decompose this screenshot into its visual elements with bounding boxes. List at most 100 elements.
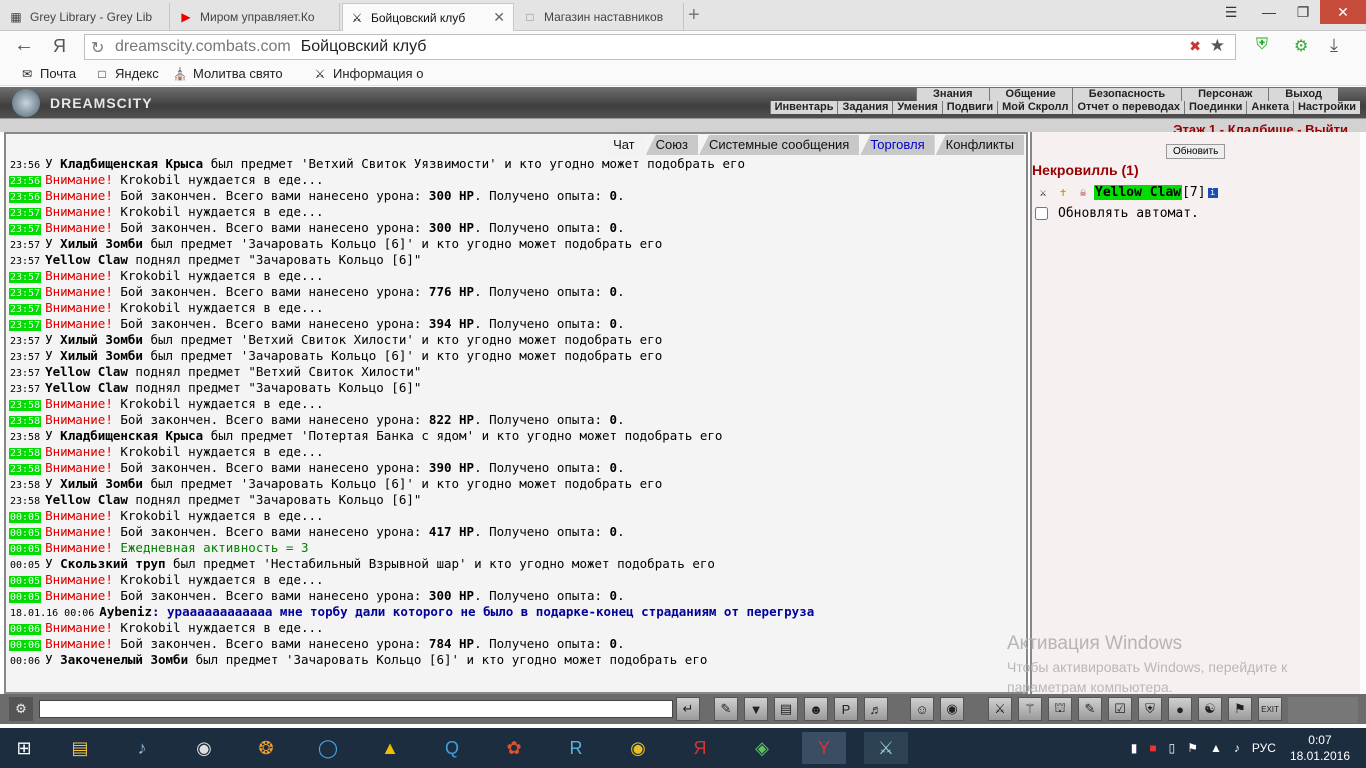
tray-clock[interactable]: 0:07 18.01.2016 [1290, 732, 1350, 764]
menu-settings[interactable]: Настройки [1292, 101, 1360, 114]
menu-icon[interactable]: ☰ [1214, 0, 1248, 24]
chrome-icon[interactable]: ◉ [616, 732, 660, 764]
minimize-icon[interactable]: — [1252, 0, 1286, 24]
bookmark-yandex[interactable]: □ Яндекс [95, 66, 169, 81]
back-arrow-icon[interactable]: ← [14, 34, 34, 57]
sound-icon[interactable]: ♬ [864, 697, 888, 721]
chat-settings-icon[interactable]: ⚙ [9, 697, 33, 721]
menu-my-scroll[interactable]: Мой Скролл [997, 101, 1072, 114]
monster-name: Кладбищенская Крыса [60, 428, 204, 443]
tray-flag-icon[interactable]: ⚑ [1187, 741, 1198, 755]
menu-communication[interactable]: Общение [988, 88, 1072, 101]
yandex-icon[interactable]: Я [678, 732, 722, 764]
tray-network-icon[interactable]: ▲ [1210, 741, 1222, 755]
menu-profile[interactable]: Анкета [1246, 101, 1293, 114]
save-icon[interactable]: ▤ [774, 697, 798, 721]
download-icon[interactable]: ⤓ [1330, 35, 1338, 56]
tab-union[interactable]: Союз [645, 135, 698, 155]
tab-system-messages[interactable]: Системные сообщения [699, 135, 860, 155]
tray-language[interactable]: РУС [1252, 741, 1276, 755]
message-time: 18.01.16 00:06 [10, 608, 95, 619]
group-icon[interactable]: ☯ [1198, 697, 1222, 721]
smile-icon[interactable]: ☺ [910, 697, 934, 721]
globe-icon[interactable]: ◯ [306, 732, 350, 764]
compass-icon[interactable]: ❂ [244, 732, 288, 764]
close-icon[interactable]: ✕ [493, 9, 505, 26]
search-app-icon[interactable]: Q [430, 732, 474, 764]
reload-icon[interactable]: ↻ [91, 38, 104, 58]
speaker-app-icon[interactable]: ♪ [120, 732, 164, 764]
shield-icon[interactable]: ⛨ [1256, 36, 1268, 54]
menu-character[interactable]: Персонаж [1181, 88, 1268, 101]
flower-app-icon[interactable]: ✿ [492, 732, 536, 764]
maximize-icon[interactable]: ❐ [1286, 0, 1320, 24]
battle-icon[interactable]: ⚔ [1034, 186, 1052, 200]
windows-start-icon[interactable]: ⊞ [2, 732, 46, 764]
blocked-icon[interactable]: ✖ [1189, 38, 1201, 55]
tab-trade[interactable]: Торговля [860, 135, 935, 155]
filter-icon[interactable]: ▼ [744, 697, 768, 721]
player-name[interactable]: Yellow Claw [45, 252, 128, 267]
tray-volume-icon[interactable]: ♪ [1234, 741, 1240, 755]
player-name[interactable]: Yellow Claw [45, 380, 128, 395]
menu-inventory[interactable]: Инвентарь [769, 101, 838, 114]
damage-value: 776 HP [428, 284, 475, 299]
tab-grey-library[interactable]: ▦ Grey Library - Grey Lib [2, 3, 170, 31]
info-icon[interactable]: i [1207, 187, 1218, 198]
r-app-icon[interactable]: R [554, 732, 598, 764]
yandex-browser-icon[interactable]: Y [802, 732, 846, 764]
tray-device-icon[interactable]: ▯ [1169, 741, 1176, 755]
bookmark-mail[interactable]: ✉ Почта [20, 66, 92, 81]
user-name[interactable]: Yellow Claw [1094, 185, 1183, 200]
lock-icon[interactable]: ● [1168, 697, 1192, 721]
tray-antivirus-icon[interactable]: ■ [1149, 741, 1156, 755]
triangle-app-icon[interactable]: ▲ [368, 732, 412, 764]
menu-duels[interactable]: Поединки [1183, 101, 1246, 114]
menu-quests[interactable]: Задания [837, 101, 892, 114]
menu-knowledge[interactable]: Знания [916, 88, 988, 101]
window-close-icon[interactable]: ✕ [1320, 0, 1366, 24]
yandex-button[interactable]: Я [53, 36, 66, 57]
extension-icon[interactable]: ⚙ [1294, 36, 1308, 56]
scroll-icon[interactable]: ✎ [1078, 697, 1102, 721]
tab-shop[interactable]: □ Магазин наставников [516, 3, 684, 31]
private-icon[interactable]: P [834, 697, 858, 721]
new-tab-button[interactable]: + [688, 4, 700, 27]
potion-icon[interactable]: ⚚ [1018, 697, 1042, 721]
file-explorer-icon[interactable]: ▤ [58, 732, 102, 764]
tab-conflicts[interactable]: Конфликты [935, 135, 1024, 155]
sword-icon[interactable]: ⚔ [988, 697, 1012, 721]
room-user[interactable]: ⚔ ✝ ☠ Yellow Claw [7] i [1034, 185, 1218, 200]
exit-button[interactable]: EXIT [1258, 697, 1282, 721]
tab-combats[interactable]: ⚔ Бойцовский клуб ✕ [342, 3, 514, 31]
tray-battery-icon[interactable]: ▮ [1131, 741, 1138, 755]
menu-exit[interactable]: Выход [1268, 88, 1338, 101]
walk-icon[interactable]: ☻ [804, 697, 828, 721]
disc-icon[interactable]: ◉ [182, 732, 226, 764]
helmet-icon[interactable]: ⛫ [1048, 697, 1072, 721]
flag-icon[interactable]: ⚑ [1228, 697, 1252, 721]
eraser-icon[interactable]: ✎ [714, 697, 738, 721]
shield-icon[interactable]: ⛨ [1138, 697, 1162, 721]
chat-input[interactable] [39, 700, 673, 718]
bookmark-prayer[interactable]: ⛪ Молитва свято [173, 66, 301, 81]
star-icon[interactable]: ★ [1210, 36, 1225, 56]
mask-icon[interactable]: ◉ [940, 697, 964, 721]
menu-security[interactable]: Безопасность [1071, 88, 1181, 101]
send-icon[interactable]: ↵ [676, 697, 700, 721]
refresh-button[interactable]: Обновить [1166, 144, 1226, 159]
auto-refresh-checkbox[interactable] [1035, 207, 1048, 220]
player-name[interactable]: Yellow Claw [45, 364, 128, 379]
player-name[interactable]: Aybeniz [99, 604, 152, 619]
player-name[interactable]: Yellow Claw [45, 492, 128, 507]
menu-achievements[interactable]: Подвиги [941, 101, 997, 114]
bookmark-info[interactable]: ⚔ Информация о [313, 66, 441, 81]
combats-icon[interactable]: ⚔ [864, 732, 908, 764]
menu-skills[interactable]: Умения [892, 101, 941, 114]
game-globe-icon[interactable]: ◈ [740, 732, 784, 764]
tab-chat[interactable]: Чат [603, 135, 645, 155]
tab-youtube[interactable]: ▶ Миром управляет.Ко [172, 3, 340, 31]
bag-icon[interactable]: ☑ [1108, 697, 1132, 721]
menu-transfer-report[interactable]: Отчет о переводах [1072, 101, 1184, 114]
address-input[interactable]: ↻ dreamscity.combats.com Бойцовский клуб… [84, 34, 1236, 60]
